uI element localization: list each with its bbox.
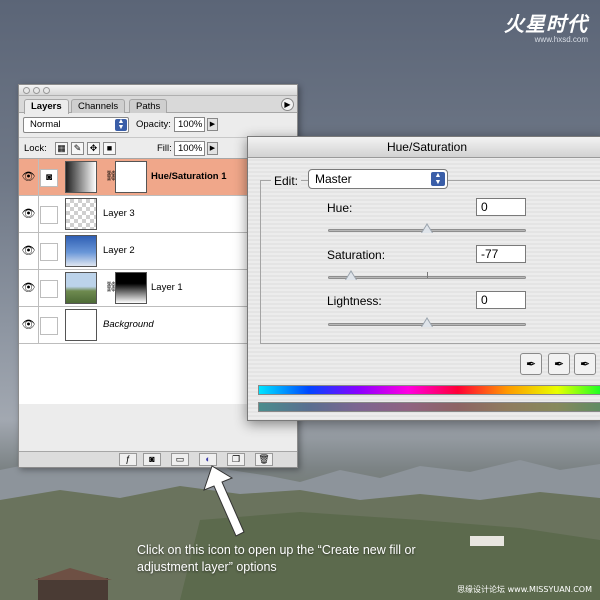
brush-indicator-icon <box>40 280 58 298</box>
palette-titlebar[interactable] <box>19 85 297 96</box>
opacity-label: Opacity: <box>136 119 171 130</box>
callout-text: Click on this icon to open up the “Creat… <box>137 543 416 574</box>
layer-mask-thumbnail[interactable] <box>115 161 147 193</box>
saturation-slider-thumb[interactable] <box>344 270 357 280</box>
brush-indicator-icon <box>40 206 58 224</box>
tab-paths[interactable]: Paths <box>129 99 168 113</box>
mask-indicator-icon: ◙ <box>40 169 58 187</box>
hue-label: Hue: <box>327 201 353 215</box>
eye-icon[interactable]: 👁 <box>19 159 39 195</box>
layer-thumbnail <box>65 309 97 341</box>
tab-layers[interactable]: Layers <box>24 99 69 114</box>
hue-slider-thumb[interactable] <box>421 223 433 233</box>
hue-field[interactable]: 0 <box>476 198 526 216</box>
fill-label: Fill: <box>157 143 172 154</box>
lock-transparency-icon[interactable]: ▦ <box>55 142 68 155</box>
eyedropper-plus-icon[interactable]: ✒ <box>548 353 570 375</box>
layer-name: Hue/Saturation 1 <box>151 171 227 182</box>
new-group-icon[interactable]: ▭ <box>171 453 189 466</box>
layer-thumbnail <box>65 272 97 304</box>
saturation-field[interactable]: -77 <box>476 245 526 263</box>
layer-name: Background <box>103 319 154 330</box>
tab-channels[interactable]: Channels <box>71 99 126 113</box>
eye-icon[interactable]: 👁 <box>19 196 39 232</box>
output-color-spectrum <box>258 402 600 412</box>
lock-position-icon[interactable]: ✥ <box>87 142 100 155</box>
lightness-label: Lightness: <box>327 294 382 308</box>
edit-select-value: Master <box>315 172 352 186</box>
chevron-updown-icon: ▲ ▼ <box>115 118 127 131</box>
chevron-updown-icon: ▲ ▼ <box>431 172 445 186</box>
minimize-button[interactable] <box>33 87 40 94</box>
opacity-arrow-icon[interactable]: ▶ <box>207 118 218 131</box>
layer-name: Layer 2 <box>103 245 135 256</box>
brush-indicator-icon <box>40 317 58 335</box>
layer-thumbnail <box>65 198 97 230</box>
site-logo: 火星时代 www.hxsd.com <box>478 8 588 44</box>
logo-text: 火星时代 <box>504 12 588 36</box>
eye-icon[interactable]: 👁 <box>19 233 39 269</box>
eye-icon[interactable]: 👁 <box>19 270 39 306</box>
fill-field[interactable]: 100% <box>174 141 205 156</box>
blend-row: Normal ▲ ▼ Opacity: 100% ▶ <box>19 113 297 137</box>
edit-select[interactable]: Master ▲ ▼ <box>308 169 448 189</box>
layer-name: Layer 1 <box>151 282 183 293</box>
hue-saturation-dialog: Hue/Saturation Edit: Master ▲ ▼ Hue: 0 Sa… <box>247 136 600 421</box>
input-color-spectrum <box>258 385 600 395</box>
fill-arrow-icon[interactable]: ▶ <box>207 142 218 155</box>
eyedropper-icon[interactable]: ✒ <box>520 353 542 375</box>
lock-pixels-icon[interactable]: ✎ <box>71 142 84 155</box>
saturation-center-tick <box>427 272 428 278</box>
layer-thumbnail <box>65 235 97 267</box>
palette-tabs: Layers Channels Paths ▶ <box>19 96 297 114</box>
layer-mask-thumbnail[interactable] <box>115 272 147 304</box>
layer-name: Layer 3 <box>103 208 135 219</box>
blend-mode-value: Normal <box>30 119 61 130</box>
add-mask-icon[interactable]: ◙ <box>143 453 161 466</box>
opacity-field[interactable]: 100% <box>174 117 205 132</box>
eye-icon[interactable]: 👁 <box>19 307 39 343</box>
close-button[interactable] <box>23 87 30 94</box>
brush-indicator-icon <box>40 243 58 261</box>
dialog-title[interactable]: Hue/Saturation <box>248 137 600 158</box>
saturation-label: Saturation: <box>327 248 386 262</box>
palette-menu-icon[interactable]: ▶ <box>281 98 294 111</box>
lock-all-icon[interactable]: ■ <box>103 142 116 155</box>
adjustment-thumbnail-icon <box>65 161 97 193</box>
lightness-slider-thumb[interactable] <box>421 317 433 327</box>
blend-mode-select[interactable]: Normal ▲ ▼ <box>23 117 129 133</box>
edit-label: Edit: <box>271 174 302 188</box>
lightness-field[interactable]: 0 <box>476 291 526 309</box>
layer-style-icon[interactable]: ƒ <box>119 453 137 466</box>
callout-arrow-icon <box>203 465 245 537</box>
watermark: 思缘设计论坛 www.MISSYUAN.COM <box>457 585 592 594</box>
eyedropper-minus-icon[interactable]: ✒ <box>574 353 596 375</box>
lock-label: Lock: <box>24 143 47 154</box>
zoom-button[interactable] <box>43 87 50 94</box>
